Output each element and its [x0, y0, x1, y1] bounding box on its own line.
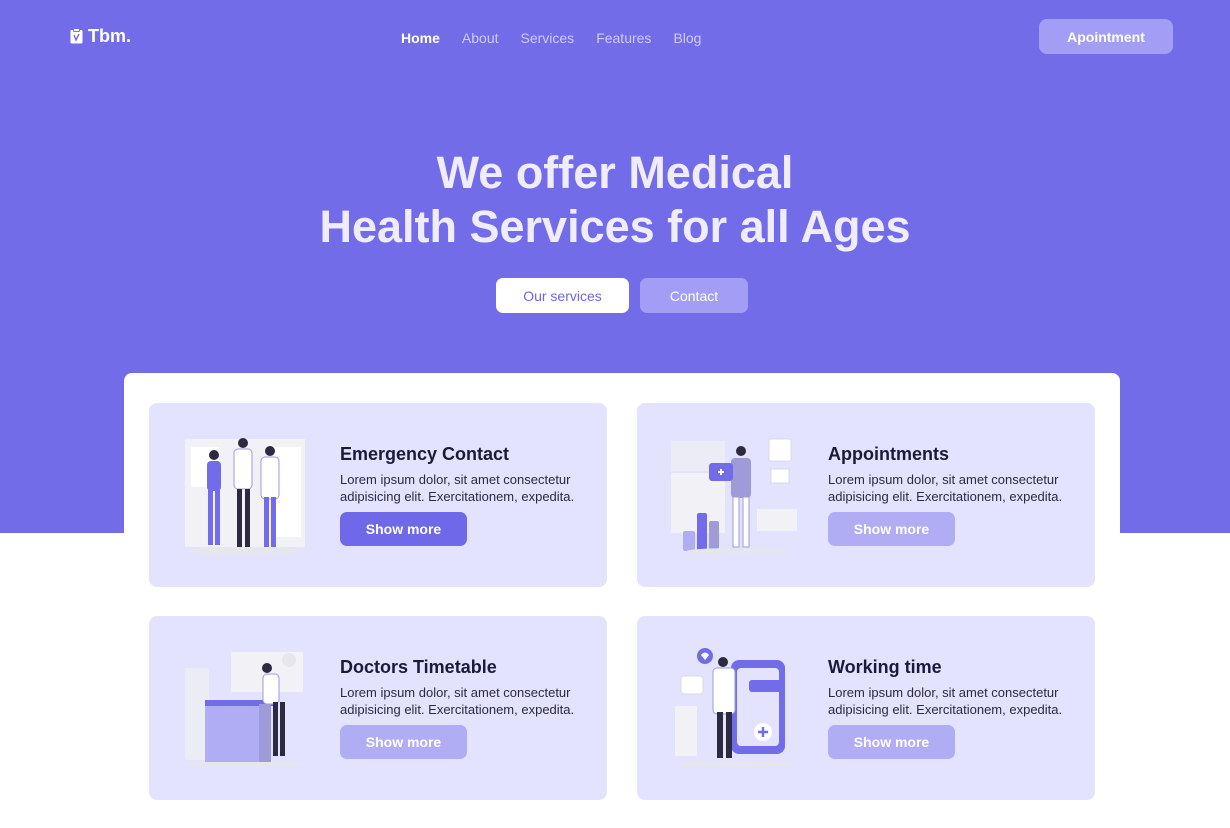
brand-logo[interactable]: Tbm.	[70, 25, 131, 47]
card-title: Doctors Timetable	[340, 657, 497, 677]
contact-button[interactable]: Contact	[640, 278, 748, 313]
doctor-clipboard-illustration	[671, 438, 797, 554]
show-more-button[interactable]: Show more	[340, 512, 467, 546]
show-more-button[interactable]: Show more	[828, 725, 955, 759]
medical-team-illustration	[185, 438, 305, 555]
services-panel: Emergency Contact Lorem ipsum dolor, sit…	[124, 373, 1120, 828]
nav-item-about[interactable]: About	[462, 29, 499, 47]
clipboard-icon	[70, 28, 83, 44]
doctor-desk-illustration	[185, 652, 305, 767]
service-card-timetable: Doctors Timetable Lorem ipsum dolor, sit…	[149, 616, 607, 800]
hero-title: We offer Medical Health Services for all…	[0, 146, 1230, 254]
card-text: Lorem ipsum dolor, sit amet consectetur …	[828, 685, 1063, 717]
card-text: Lorem ipsum dolor, sit amet consectetur …	[340, 472, 575, 504]
nav-item-features[interactable]: Features	[596, 29, 651, 47]
card-text: Lorem ipsum dolor, sit amet consectetur …	[340, 685, 575, 717]
service-card-working-time: Working time Lorem ipsum dolor, sit amet…	[637, 616, 1095, 800]
card-title: Appointments	[828, 444, 949, 464]
nav-item-services[interactable]: Services	[521, 29, 575, 47]
doctor-phone-illustration	[675, 648, 791, 767]
nav-item-blog[interactable]: Blog	[673, 29, 701, 47]
card-text: Lorem ipsum dolor, sit amet consectetur …	[828, 472, 1063, 504]
page: Tbm. Home About Services Features Blog A…	[0, 0, 1230, 828]
hero-title-line-2: Health Services for all Ages	[319, 201, 911, 252]
our-services-button[interactable]: Our services	[496, 278, 629, 313]
service-card-appointments: Appointments Lorem ipsum dolor, sit amet…	[637, 403, 1095, 587]
show-more-button[interactable]: Show more	[828, 512, 955, 546]
appointment-button[interactable]: Apointment	[1039, 19, 1173, 54]
hero-title-line-1: We offer Medical	[436, 147, 794, 198]
service-card-emergency: Emergency Contact Lorem ipsum dolor, sit…	[149, 403, 607, 587]
main-nav: Home About Services Features Blog	[401, 29, 701, 47]
card-title: Emergency Contact	[340, 444, 510, 464]
nav-item-home[interactable]: Home	[401, 29, 440, 47]
brand-name: Tbm.	[88, 25, 131, 46]
show-more-button[interactable]: Show more	[340, 725, 467, 759]
card-title: Working time	[828, 657, 942, 677]
